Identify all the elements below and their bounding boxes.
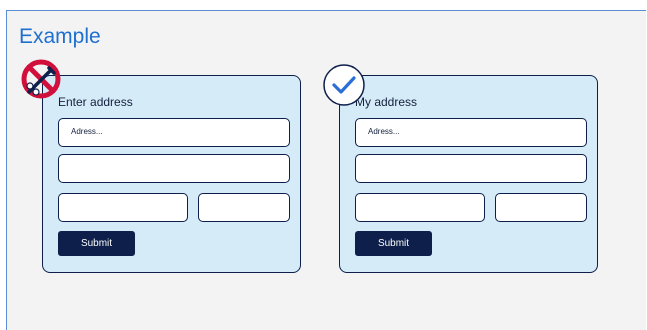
no-pen-icon — [21, 59, 61, 99]
page-title: Example — [19, 25, 101, 48]
address-field[interactable]: Adress... — [355, 118, 587, 147]
address-line-2-field[interactable] — [58, 154, 290, 183]
address-line-2-field[interactable] — [355, 154, 587, 183]
postcode-field[interactable] — [198, 193, 290, 222]
address-form-card-good: My address Adress... Submit — [339, 75, 598, 273]
address-form-card-bad: Enter address Adress... Submit — [42, 75, 301, 273]
address-field[interactable]: Adress... — [58, 118, 290, 147]
check-circle-icon — [323, 64, 365, 106]
form-label: Enter address — [58, 95, 133, 109]
city-field[interactable] — [355, 193, 485, 222]
address-placeholder: Adress... — [368, 127, 400, 136]
postcode-field[interactable] — [495, 193, 587, 222]
address-placeholder: Adress... — [71, 127, 103, 136]
submit-button[interactable]: Submit — [355, 231, 432, 256]
city-field[interactable] — [58, 193, 188, 222]
submit-button[interactable]: Submit — [58, 231, 135, 256]
